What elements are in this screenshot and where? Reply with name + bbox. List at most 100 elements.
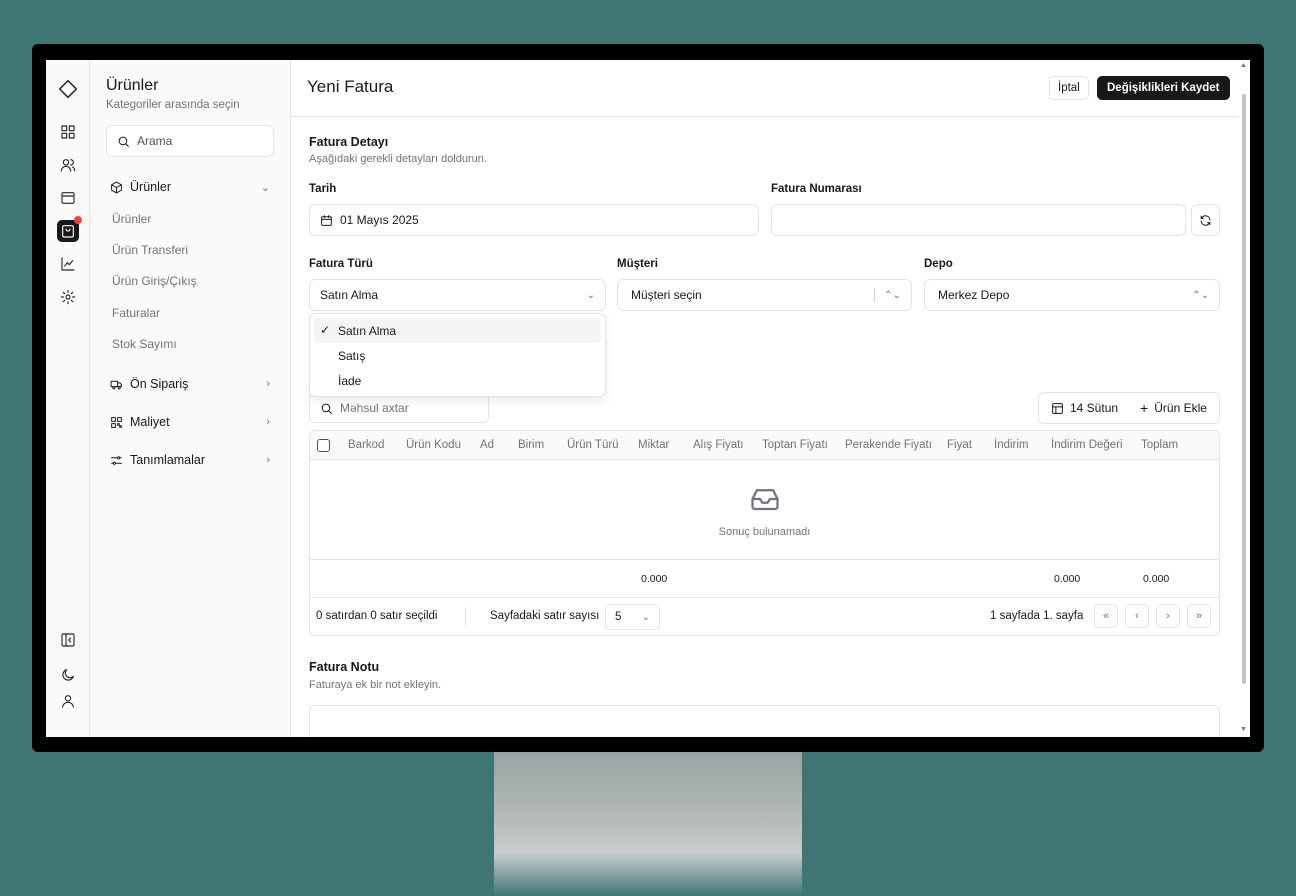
- search-icon: [321, 403, 332, 414]
- chevrons-left-icon: «: [1102, 610, 1110, 622]
- column-header[interactable]: Fiyat: [947, 439, 972, 451]
- scroll-down-icon[interactable]: ▼: [1240, 726, 1247, 733]
- sidebar-group-label: Tanımlamalar: [130, 453, 206, 467]
- sidebar-item-stok-sayimi[interactable]: Stok Sayımı: [112, 337, 177, 351]
- icon-rail: [46, 60, 90, 737]
- chevron-down-icon: ⌄: [260, 181, 270, 194]
- sidebar-group-urunler[interactable]: Ürünler ⌄: [110, 180, 270, 194]
- columns-button[interactable]: 14 Sütun: [1039, 401, 1130, 415]
- category-sidebar: Ürünler Kategoriler arasında seçin Arama…: [90, 60, 291, 737]
- column-header[interactable]: Toptan Fiyatı: [762, 439, 828, 451]
- sidebar-item-urun-transferi[interactable]: Ürün Transferi: [112, 243, 188, 257]
- column-header[interactable]: Barkod: [348, 439, 384, 451]
- search-icon: [118, 136, 129, 147]
- refresh-number-button[interactable]: [1191, 204, 1220, 236]
- invoice-number-label: Fatura Numarası: [771, 183, 862, 195]
- chevron-down-icon: ⌄: [641, 611, 650, 623]
- chevron-right-icon: ›: [266, 416, 270, 428]
- archive-icon[interactable]: [58, 188, 78, 208]
- sidebar-item-urun-giris-cikis[interactable]: Ürün Giriş/Çıkış: [112, 274, 197, 288]
- divider: [465, 607, 466, 627]
- chevron-updown-icon: ⌃⌄: [884, 289, 901, 301]
- empty-state-text: Sonuç bulunamadı: [718, 526, 811, 538]
- option-iade[interactable]: İade: [314, 368, 601, 393]
- total-miktar: 0.000: [641, 573, 668, 585]
- table-columns-icon: [1052, 402, 1063, 414]
- users-icon[interactable]: [58, 155, 78, 175]
- column-header[interactable]: Ürün Türü: [567, 439, 619, 451]
- sidebar-group-on-siparis[interactable]: Ön Sipariş ›: [110, 377, 270, 391]
- column-header[interactable]: Perakende Fiyatı: [845, 439, 932, 451]
- scrollbar-thumb[interactable]: [1242, 94, 1246, 684]
- truck-icon: [110, 380, 122, 389]
- page-header: Yeni Fatura İptal Değişiklikleri Kaydet: [291, 60, 1239, 117]
- chart-icon[interactable]: [58, 254, 78, 274]
- moon-icon[interactable]: [58, 665, 78, 685]
- option-satis[interactable]: Satış: [314, 343, 601, 368]
- page-title: Yeni Fatura: [307, 77, 394, 96]
- chevrons-right-icon: »: [1195, 610, 1203, 622]
- inbox-icon: [751, 489, 779, 511]
- sidebar-group-tanimlamalar[interactable]: Tanımlamalar ›: [110, 453, 270, 467]
- column-header[interactable]: Alış Fiyatı: [693, 439, 743, 451]
- column-header[interactable]: Birim: [518, 439, 544, 451]
- save-button[interactable]: Değişiklikleri Kaydet: [1097, 76, 1230, 100]
- settings-icon[interactable]: [58, 287, 78, 307]
- invoice-number-input[interactable]: [771, 204, 1186, 236]
- plus-icon: +: [1140, 400, 1149, 416]
- notification-dot: [74, 216, 82, 224]
- column-header[interactable]: İndirim: [994, 439, 1029, 451]
- sliders-icon: [111, 455, 122, 465]
- last-page-button[interactable]: »: [1187, 604, 1211, 628]
- warehouse-value: Merkez Depo: [938, 288, 1010, 302]
- chevron-down-icon: ⌄: [586, 289, 595, 301]
- first-page-button[interactable]: «: [1094, 604, 1118, 628]
- rows-per-page-select[interactable]: 5 ⌄: [605, 604, 660, 630]
- warehouse-label: Depo: [924, 258, 953, 270]
- package-icon: [111, 181, 122, 193]
- warehouse-select[interactable]: Merkez Depo ⌃⌄: [924, 279, 1220, 311]
- calendar-icon: [321, 214, 332, 226]
- table-actions: 14 Sütun + Ürün Ekle: [1038, 392, 1220, 424]
- scroll-up-icon[interactable]: ▲: [1240, 62, 1247, 69]
- sidebar-item-urunler[interactable]: Ürünler: [112, 212, 151, 226]
- user-icon[interactable]: [58, 691, 78, 711]
- sidebar-toggle-icon[interactable]: [58, 630, 78, 650]
- invoice-type-select[interactable]: Satın Alma ⌄: [309, 279, 606, 311]
- invoice-type-value: Satın Alma: [320, 288, 379, 302]
- cancel-button[interactable]: İptal: [1049, 76, 1089, 100]
- column-header[interactable]: Miktar: [638, 439, 669, 451]
- column-header[interactable]: Ürün Kodu: [406, 439, 461, 451]
- empty-state: Sonuç bulunamadı: [310, 460, 1219, 560]
- sidebar-search-input[interactable]: Arama: [106, 125, 274, 157]
- sidebar-group-label: Maliyet: [130, 415, 170, 429]
- select-all-checkbox[interactable]: [317, 439, 330, 452]
- column-header[interactable]: Toplam: [1141, 439, 1178, 451]
- pagination-bar: 0 satırdan 0 satır seçildi Sayfadaki sat…: [310, 598, 1219, 635]
- chevron-left-icon: ‹: [1135, 610, 1139, 622]
- sidebar-title: Ürünler: [106, 77, 159, 94]
- date-picker[interactable]: 01 Mayıs 2025: [309, 204, 759, 236]
- dashboard-icon[interactable]: [58, 122, 78, 142]
- customer-select[interactable]: Müşteri seçin ⌃⌄: [617, 279, 912, 311]
- sidebar-item-faturalar[interactable]: Faturalar: [112, 306, 160, 320]
- logo-icon[interactable]: [57, 78, 79, 100]
- chevron-right-icon: ›: [266, 378, 270, 390]
- sidebar-subtitle: Kategoriler arasında seçin: [106, 99, 240, 111]
- monitor-stand: [494, 752, 802, 896]
- scrollbar[interactable]: ▲ ▼: [1240, 62, 1247, 734]
- sidebar-group-maliyet[interactable]: Maliyet ›: [110, 415, 270, 429]
- previous-page-button[interactable]: ‹: [1125, 604, 1149, 628]
- column-header[interactable]: Ad: [480, 439, 494, 451]
- option-satin-alma[interactable]: ✓ Satın Alma: [314, 318, 601, 343]
- column-header[interactable]: İndirim Değeri: [1051, 439, 1123, 451]
- products-table: Barkod Ürün Kodu Ad Birim Ürün Türü Mikt…: [309, 430, 1220, 636]
- invoice-note-textarea[interactable]: [309, 705, 1220, 737]
- next-page-button[interactable]: ›: [1156, 604, 1180, 628]
- invoice-note-title: Fatura Notu: [309, 660, 380, 674]
- add-product-button[interactable]: + Ürün Ekle: [1130, 400, 1219, 416]
- invoice-detail-description: Aşağıdaki gerekli detayları doldurun.: [309, 153, 487, 165]
- product-search-input[interactable]: Məhsul axtar: [309, 393, 489, 423]
- totals-row: 0.000 0.000 0.000: [310, 560, 1219, 598]
- sidebar-search-placeholder: Arama: [137, 134, 173, 148]
